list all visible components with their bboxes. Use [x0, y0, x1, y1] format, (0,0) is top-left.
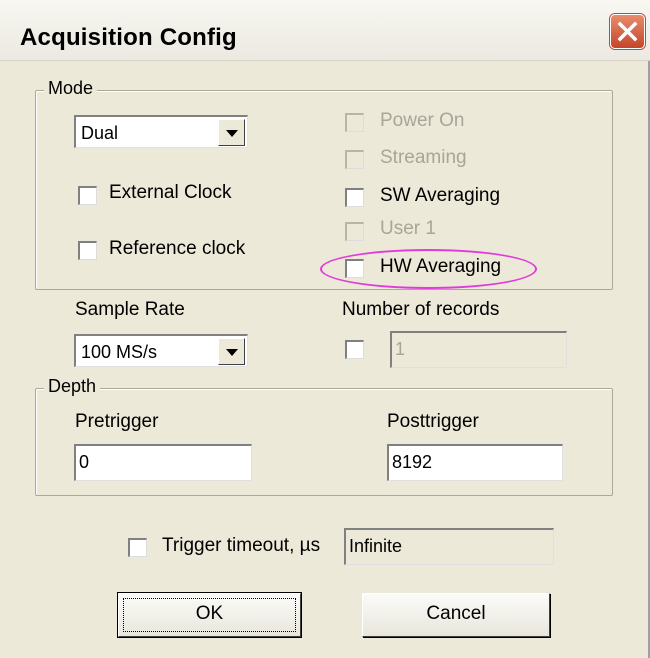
- posttrigger-field-value: 8192: [392, 452, 433, 472]
- pretrigger-label: Pretrigger: [75, 411, 159, 432]
- mode-select[interactable]: Dual: [74, 115, 248, 148]
- sample-rate-value: 100 MS/s: [81, 342, 158, 362]
- chevron-down-icon[interactable]: [218, 119, 245, 146]
- power-on-label: Power On: [380, 110, 465, 131]
- records-field[interactable]: 1: [390, 331, 567, 368]
- acquisition-config-dialog: Acquisition Config Mode Dual External Cl…: [0, 0, 650, 658]
- external-clock-checkbox[interactable]: [78, 186, 97, 205]
- window-title: Acquisition Config: [20, 24, 237, 51]
- user1-label: User 1: [380, 218, 436, 239]
- reference-clock-label: Reference clock: [109, 238, 246, 259]
- mode-select-value: Dual: [81, 123, 119, 143]
- records-label: Number of records: [342, 299, 500, 320]
- pretrigger-field-value: 0: [79, 452, 90, 472]
- depth-group-label: Depth: [44, 376, 101, 397]
- posttrigger-field[interactable]: 8192: [387, 444, 563, 481]
- external-clock-label: External Clock: [109, 182, 232, 203]
- mode-group-label: Mode: [44, 78, 98, 99]
- chevron-down-icon[interactable]: [218, 338, 245, 365]
- close-button[interactable]: [610, 14, 645, 49]
- streaming-label: Streaming: [380, 147, 467, 168]
- trigger-timeout-label: Trigger timeout, µs: [162, 535, 321, 556]
- user1-checkbox[interactable]: [345, 222, 364, 241]
- trigger-timeout-value: Infinite: [349, 536, 403, 556]
- trigger-timeout-field[interactable]: Infinite: [344, 528, 554, 565]
- records-checkbox[interactable]: [345, 340, 364, 359]
- streaming-checkbox[interactable]: [345, 150, 364, 169]
- posttrigger-label: Posttrigger: [387, 411, 479, 432]
- cancel-button[interactable]: Cancel: [362, 593, 550, 637]
- title-bar[interactable]: Acquisition Config: [0, 0, 650, 61]
- sw-averaging-checkbox[interactable]: [345, 188, 364, 207]
- reference-clock-checkbox[interactable]: [78, 241, 97, 260]
- cancel-button-label: Cancel: [426, 603, 486, 624]
- sw-averaging-label: SW Averaging: [380, 185, 501, 206]
- power-on-checkbox[interactable]: [345, 113, 364, 132]
- sample-rate-label: Sample Rate: [75, 299, 185, 320]
- close-icon: [617, 21, 638, 42]
- pretrigger-field[interactable]: 0: [74, 444, 252, 481]
- sample-rate-select[interactable]: 100 MS/s: [74, 334, 248, 367]
- trigger-timeout-checkbox[interactable]: [128, 538, 147, 557]
- focus-rect: [123, 598, 296, 632]
- ok-button[interactable]: OK: [117, 592, 302, 638]
- hw-averaging-highlight-ring: [320, 249, 537, 289]
- records-field-value: 1: [395, 339, 406, 359]
